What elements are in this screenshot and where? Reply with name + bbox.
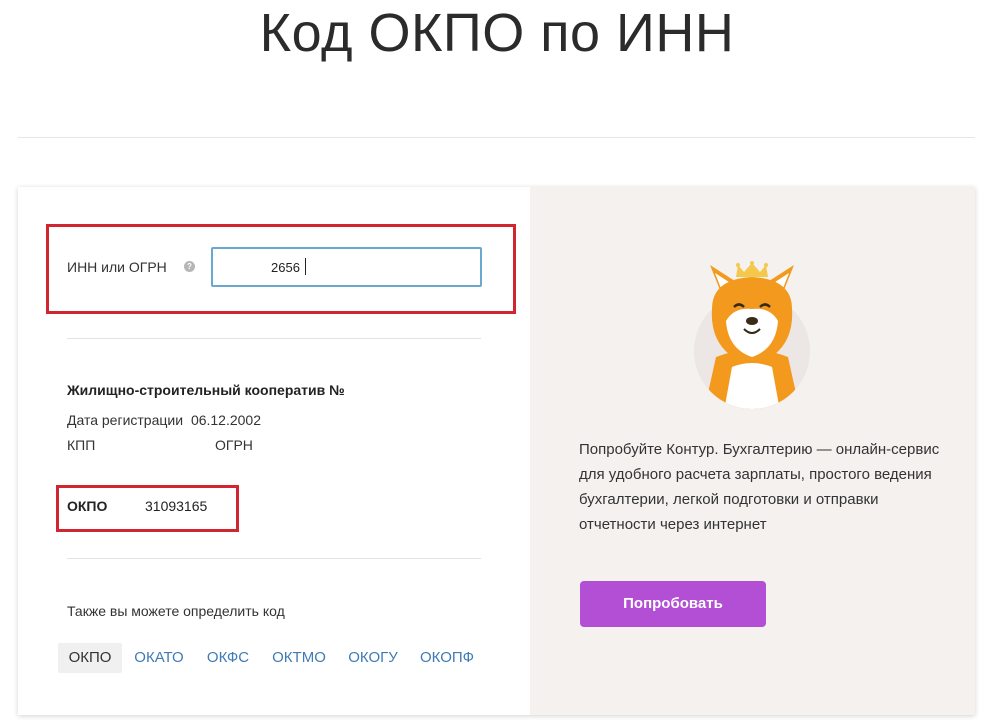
tab-okopf[interactable]: ОКОПФ xyxy=(414,643,480,673)
question-circle-icon[interactable]: ? xyxy=(184,261,195,272)
inn-ogrn-input[interactable] xyxy=(211,247,482,287)
tab-okogu[interactable]: ОКОГУ xyxy=(342,643,404,673)
try-button[interactable]: Попробовать xyxy=(580,581,766,627)
inn-ogrn-label: ИНН или ОГРН xyxy=(67,259,167,275)
okpo-lookup-card: ИНН или ОГРН ? Жилищно-строительный кооп… xyxy=(18,187,975,715)
page-title: Код ОКПО по ИНН xyxy=(259,3,735,63)
registration-date-label: Дата регистрации xyxy=(67,412,184,428)
lookup-panel: ИНН или ОГРН ? Жилищно-строительный кооп… xyxy=(18,187,530,715)
other-codes-intro: Также вы можете определить код xyxy=(67,603,285,619)
tab-okfs[interactable]: ОКФС xyxy=(200,643,256,673)
header-divider xyxy=(18,137,975,138)
kpp-label: КПП xyxy=(67,437,96,453)
shiba-dog-with-crown-icon xyxy=(694,261,810,409)
tab-oktmo[interactable]: ОКТМО xyxy=(266,643,332,673)
ogrn-label: ОГРН xyxy=(215,437,253,453)
okpo-value: 31093165 xyxy=(145,498,208,514)
organization-name: Жилищно-строительный кооператив № xyxy=(67,382,345,398)
okpo-label: ОКПО xyxy=(67,498,108,514)
tab-okpo[interactable]: ОКПО xyxy=(58,643,122,673)
promo-text: Попробуйте Контур. Бухгалтерию — онлайн-… xyxy=(579,441,940,533)
text-caret xyxy=(305,258,306,275)
section-divider xyxy=(67,558,481,559)
registration-date-row: Дата регистрации 06.12.2002 xyxy=(67,412,261,428)
tab-okato[interactable]: ОКАТО xyxy=(128,643,190,673)
registration-date-value: 06.12.2002 xyxy=(190,412,262,428)
section-divider xyxy=(67,338,481,339)
promo-panel: Попробуйте Контур. Бухгалтерию — онлайн-… xyxy=(530,187,975,715)
